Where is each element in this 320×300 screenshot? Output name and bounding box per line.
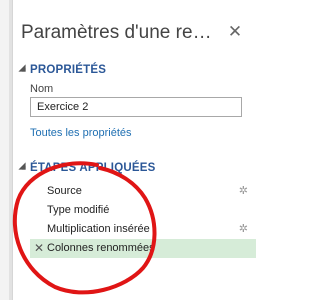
name-field[interactable] [30,97,242,117]
pane-title: Paramètres d'une requ... [21,22,221,43]
all-properties-link[interactable]: Toutes les propriétés [30,127,132,139]
delete-step-icon[interactable]: ✕ [34,239,44,258]
applied-steps-section-header[interactable]: ÉTAPES APPLIQUÉES [18,162,155,174]
applied-steps-list: Source ✲ Type modifié Multiplication ins… [30,182,256,258]
screenshot-canvas: Paramètres d'une requ... ✕ PROPRIÉTÉS No… [0,0,265,300]
gear-icon[interactable]: ✲ [239,182,248,201]
step-label: Multiplication insérée [47,223,150,235]
collapse-triangle-icon[interactable] [18,64,26,72]
step-source[interactable]: Source ✲ [30,182,256,201]
step-renamed-columns[interactable]: ✕ Colonnes renommées [30,239,256,258]
applied-steps-header-label: ÉTAPES APPLIQUÉES [30,162,156,174]
left-panel-edge [0,0,13,300]
step-inserted-multiplication[interactable]: Multiplication insérée ✲ [30,220,256,239]
query-settings-pane: Paramètres d'une requ... ✕ PROPRIÉTÉS No… [14,0,265,300]
name-field-label: Nom [30,83,54,95]
properties-header-label: PROPRIÉTÉS [30,64,107,76]
step-label: Source [47,185,82,197]
panel-divider[interactable] [9,0,12,300]
step-label: Type modifié [47,204,110,216]
close-icon[interactable]: ✕ [226,23,244,41]
step-changed-type[interactable]: Type modifié [30,201,256,220]
step-label: Colonnes renommées [47,242,155,254]
gear-icon[interactable]: ✲ [239,220,248,239]
properties-section-header[interactable]: PROPRIÉTÉS [18,64,106,76]
collapse-triangle-icon[interactable] [18,162,26,170]
